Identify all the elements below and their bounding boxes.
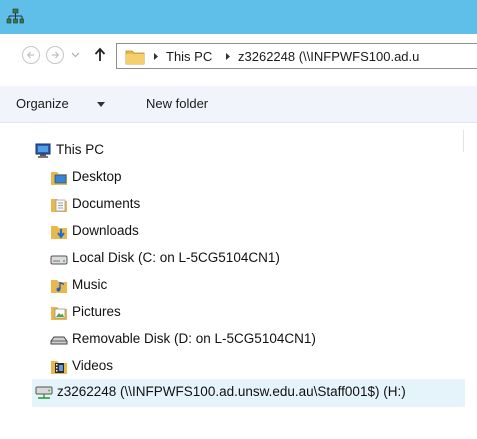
tree-item-label: Pictures [72, 304, 121, 319]
back-button[interactable] [22, 46, 40, 64]
tree-item-documents[interactable]: Documents [50, 192, 350, 218]
disk-drive-icon [50, 255, 68, 265]
tree-item-videos[interactable]: Videos [50, 354, 350, 380]
downloads-folder-icon [51, 226, 67, 239]
removable-disk-icon [50, 336, 68, 345]
address-bar[interactable]: This PC z3262248 (\\INFPWFS100.ad.u [116, 43, 477, 69]
network-drive-icon [35, 386, 53, 399]
computer-icon [35, 143, 51, 158]
tree-item-label: Desktop [72, 169, 122, 184]
command-bar: Organize New folder [0, 86, 477, 123]
forward-arrow-icon [52, 51, 60, 59]
tree-item-label: Documents [72, 196, 141, 211]
network-tree-icon [6, 8, 24, 24]
chevron-down-icon[interactable] [71, 52, 80, 58]
pictures-folder-icon [51, 307, 67, 320]
documents-folder-icon [51, 199, 67, 212]
tree-item-label: Videos [72, 358, 114, 373]
new-folder-button[interactable]: New folder [146, 96, 208, 111]
tree-item-local-disk[interactable]: Local Disk (C: on L-5CG5104CN1) [50, 246, 350, 272]
tree-item-label: Removable Disk (D: on L-5CG5104CN1) [72, 331, 316, 346]
organize-button[interactable]: Organize [16, 96, 69, 111]
music-folder-icon [51, 280, 67, 293]
navigation-bar: This PC z3262248 (\\INFPWFS100.ad.u [0, 34, 477, 78]
desktop-folder-icon [51, 172, 67, 185]
breadcrumb-arrow-icon[interactable] [153, 52, 159, 61]
tree-item-removable-disk[interactable]: Removable Disk (D: on L-5CG5104CN1) [50, 327, 370, 353]
tree-item-this-pc[interactable]: This PC [34, 138, 334, 164]
tree-item-downloads[interactable]: Downloads [50, 219, 350, 245]
back-arrow-icon [26, 51, 34, 59]
chevron-down-icon[interactable] [97, 102, 105, 107]
tree-item-pictures[interactable]: Pictures [50, 300, 350, 326]
tree-item-desktop[interactable]: Desktop [50, 165, 350, 191]
videos-folder-icon [51, 361, 67, 374]
tree-item-label: Music [72, 277, 108, 292]
tree-item-music[interactable]: Music [50, 273, 350, 299]
tree-item-label: Local Disk (C: on L-5CG5104CN1) [72, 250, 280, 265]
tree-item-label: This PC [56, 142, 105, 157]
breadcrumb-network-drive[interactable]: z3262248 (\\INFPWFS100.ad.u [238, 49, 419, 64]
tree-item-label: Downloads [72, 223, 139, 238]
breadcrumb-arrow-icon[interactable] [225, 52, 231, 61]
breadcrumb-this-pc[interactable]: This PC [166, 49, 212, 64]
title-bar [0, 0, 477, 34]
column-divider [463, 130, 477, 152]
tree-item-label: z3262248 (\\INFPWFS100.ad.unsw.edu.au\St… [57, 384, 406, 399]
forward-button[interactable] [46, 46, 64, 64]
up-arrow-icon[interactable] [93, 47, 107, 63]
tree-item-network-drive[interactable]: z3262248 (\\INFPWFS100.ad.unsw.edu.au\St… [32, 379, 465, 407]
folder-icon [125, 50, 145, 65]
